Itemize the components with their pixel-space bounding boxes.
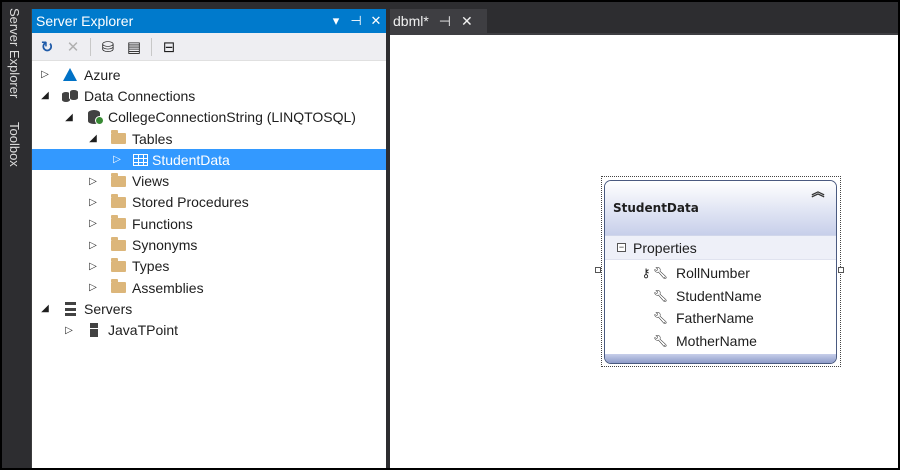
refresh-icon[interactable]: ↻: [38, 38, 56, 56]
close-icon[interactable]: ✕: [366, 13, 386, 29]
folder-icon: [109, 193, 127, 209]
tree-item-label: Data Connections: [84, 87, 196, 104]
tree-item-label: Stored Procedures: [132, 194, 249, 211]
tree-item-connection[interactable]: ◢ CollegeConnectionString (LINQTOSQL): [32, 107, 386, 128]
connect-database-icon[interactable]: ⛁: [99, 38, 117, 56]
server-explorer-titlebar: Server Explorer ▾ ⊣ ✕: [32, 9, 386, 33]
filter-icon[interactable]: ⊟: [160, 38, 178, 56]
collapse-icon[interactable]: ◢: [38, 90, 52, 101]
servers-icon: [61, 301, 79, 316]
tree-item-azure[interactable]: ▷ Azure: [32, 64, 386, 85]
property-row[interactable]: 🔧︎ MotherName: [605, 330, 836, 353]
database-icon: [85, 110, 104, 126]
tree-item-studentdata[interactable]: ▷ StudentData: [32, 149, 386, 171]
collapse-icon[interactable]: ◢: [38, 303, 52, 314]
tree-item-synonyms[interactable]: ▷ Synonyms: [32, 234, 386, 255]
connect-server-icon[interactable]: ▤: [125, 38, 143, 56]
tab-label: dbml*: [393, 13, 429, 29]
entity-studentdata[interactable]: StudentData ︽ − Properties ⚷ 🔧︎ RollNumb…: [604, 180, 837, 364]
folder-icon: [109, 172, 127, 188]
property-row[interactable]: 🔧︎ FatherName: [605, 307, 836, 330]
property-row[interactable]: 🔧︎ StudentName: [605, 285, 836, 308]
resize-handle-right[interactable]: [838, 267, 844, 273]
wrench-icon: 🔧︎: [653, 311, 669, 326]
pin-icon[interactable]: ⊣: [346, 13, 366, 29]
stop-icon[interactable]: ✕: [64, 38, 82, 56]
collapse-icon[interactable]: ◢: [62, 112, 76, 123]
expand-icon[interactable]: ▷: [86, 240, 100, 251]
folder-icon: [109, 215, 127, 231]
folder-icon: [109, 236, 127, 252]
tree-item-label: CollegeConnectionString (LINQTOSQL): [108, 109, 356, 126]
server-explorer-toolbar: ↻ ✕ ⛁ ▤ ⊟: [32, 33, 386, 61]
properties-label: Properties: [633, 239, 697, 256]
tree-item-tables[interactable]: ◢ Tables: [32, 128, 386, 149]
expand-icon[interactable]: ▷: [86, 282, 100, 293]
tree-item-label: Azure: [84, 66, 121, 83]
tree-item-label: Servers: [84, 300, 133, 317]
azure-icon: [61, 68, 79, 82]
folder-icon: [109, 257, 127, 273]
wrench-icon: 🔧︎: [653, 288, 669, 303]
server-icon: [85, 323, 103, 338]
server-tree: ▷ Azure ◢ Data Connections ◢ CollegeConn…: [32, 61, 386, 341]
key-icon: ⚷: [641, 266, 651, 281]
wrench-icon: 🔧︎: [653, 266, 669, 281]
expand-icon[interactable]: ▷: [38, 69, 52, 80]
tree-item-label: JavaTPoint: [108, 322, 179, 339]
tree-item-data-connections[interactable]: ◢ Data Connections: [32, 85, 386, 106]
tree-item-views[interactable]: ▷ Views: [32, 170, 386, 191]
tree-item-stored-procedures[interactable]: ▷ Stored Procedures: [32, 192, 386, 213]
expand-icon[interactable]: ▷: [110, 154, 124, 165]
tree-item-assemblies[interactable]: ▷ Assemblies: [32, 277, 386, 298]
property-name: FatherName: [676, 310, 754, 327]
dropdown-icon[interactable]: ▾: [326, 13, 346, 29]
vertical-tab-strip: Server Explorer Toolbox: [4, 4, 30, 468]
toolbar-separator: [151, 37, 152, 56]
folder-icon: [109, 279, 127, 295]
ide-window: Server Explorer Toolbox Server Explorer …: [0, 0, 900, 470]
folder-icon: [109, 130, 127, 146]
property-name: StudentName: [676, 287, 762, 304]
expand-icon[interactable]: ▷: [86, 218, 100, 229]
wrench-icon: 🔧︎: [653, 334, 669, 349]
resize-handle-left[interactable]: [595, 267, 601, 273]
expand-icon[interactable]: ▷: [86, 261, 100, 272]
property-name: MotherName: [676, 333, 757, 350]
tree-item-label: Synonyms: [132, 237, 198, 254]
collapse-icon[interactable]: ◢: [86, 133, 100, 144]
expand-icon[interactable]: ▷: [86, 197, 100, 208]
tab-server-explorer[interactable]: Server Explorer: [7, 8, 22, 98]
entity-footer: [605, 354, 836, 363]
tree-item-servers[interactable]: ◢ Servers: [32, 298, 386, 319]
tree-item-label: Functions: [132, 215, 193, 232]
tab-dbml[interactable]: dbml* ⊣ ✕: [390, 9, 487, 33]
pin-icon[interactable]: ⊣: [439, 13, 451, 30]
tree-item-label: Assemblies: [132, 279, 204, 296]
tree-item-label: Views: [132, 173, 170, 190]
section-toggle-icon[interactable]: −: [617, 243, 626, 252]
tree-item-functions[interactable]: ▷ Functions: [32, 213, 386, 234]
expand-icon[interactable]: ▷: [62, 325, 76, 336]
tab-toolbox[interactable]: Toolbox: [7, 122, 22, 167]
collapse-chevron-icon[interactable]: ︽: [810, 185, 826, 201]
entity-title: StudentData: [613, 201, 699, 215]
expand-icon[interactable]: ▷: [86, 176, 100, 187]
entity-header[interactable]: StudentData ︽: [605, 181, 836, 235]
property-name: RollNumber: [676, 265, 750, 282]
tree-item-label: StudentData: [152, 151, 230, 168]
server-explorer-panel: Server Explorer ▾ ⊣ ✕ ↻ ✕ ⛁ ▤ ⊟ ▷ Azure …: [31, 9, 386, 468]
close-icon[interactable]: ✕: [461, 13, 473, 30]
tree-item-label: Types: [132, 258, 170, 275]
toolbar-separator: [90, 37, 91, 56]
property-row[interactable]: ⚷ 🔧︎ RollNumber: [605, 262, 836, 285]
property-list: ⚷ 🔧︎ RollNumber 🔧︎ StudentName 🔧︎ Father…: [605, 260, 836, 352]
table-icon: [131, 153, 149, 167]
data-connections-icon: [61, 89, 79, 103]
panel-title: Server Explorer: [36, 13, 134, 29]
properties-section-header[interactable]: − Properties: [605, 235, 836, 260]
tree-item-javatpoint[interactable]: ▷ JavaTPoint: [32, 320, 386, 341]
tree-item-label: Tables: [132, 130, 173, 147]
tree-item-types[interactable]: ▷ Types: [32, 256, 386, 277]
